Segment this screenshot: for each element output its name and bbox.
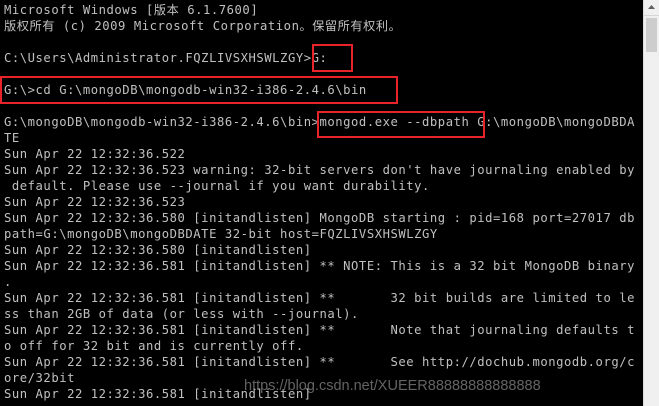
watermark-text: https://blog.csdn.net/XUEER8888888888888… [244,378,541,394]
console-line: ss than 2GB of data (or less with --jour… [4,307,359,321]
console-line: Sun Apr 22 12:32:36.580 [initandlisten] … [4,211,635,225]
scroll-up-button[interactable] [644,0,659,16]
arrow-up-icon [648,5,655,9]
console-line: TE [4,131,20,145]
console-line: Microsoft Windows [版本 6.1.7600] [4,3,259,17]
console-line: Sun Apr 22 12:32:36.522 [4,147,186,161]
scrollbar-thumb[interactable] [646,18,657,52]
console-line: C:\Users\Administrator.FQZLIVSXHSWLZGY>G… [4,51,328,65]
console-line: Sun Apr 22 12:32:36.581 [initandlisten] … [4,323,635,337]
console-line: default. Please use --journal if you wan… [4,179,430,193]
console-line: Sun Apr 22 12:32:36.580 [initandlisten] [4,243,312,257]
console-line: Sun Apr 22 12:32:36.581 [initandlisten] … [4,291,635,305]
console-line: Sun Apr 22 12:32:36.523 warning: 32-bit … [4,163,635,177]
console-line: G:\mongoDB\mongodb-win32-i386-2.4.6\bin>… [4,115,635,129]
console-window[interactable]: Microsoft Windows [版本 6.1.7600] 版权所有 (c)… [0,0,643,406]
console-line: . [4,275,12,289]
vertical-scrollbar[interactable] [643,0,659,406]
console-line: Sun Apr 22 12:32:36.581 [initandlisten] … [4,355,635,369]
console-line: path=G:\mongoDB\mongoDBDATE 32-bit host=… [4,227,438,241]
console-line: G:\>cd G:\mongoDB\mongodb-win32-i386-2.4… [4,83,367,97]
console-line: Sun Apr 22 12:32:36.581 [initandlisten] … [4,259,635,273]
console-line: o off for 32 bit and is currently off. [4,339,304,353]
console-line: 版权所有 (c) 2009 Microsoft Corporation。保留所有… [4,19,402,33]
console-line: ore/32bit [4,371,75,385]
console-line: Sun Apr 22 12:32:36.523 [4,195,186,209]
